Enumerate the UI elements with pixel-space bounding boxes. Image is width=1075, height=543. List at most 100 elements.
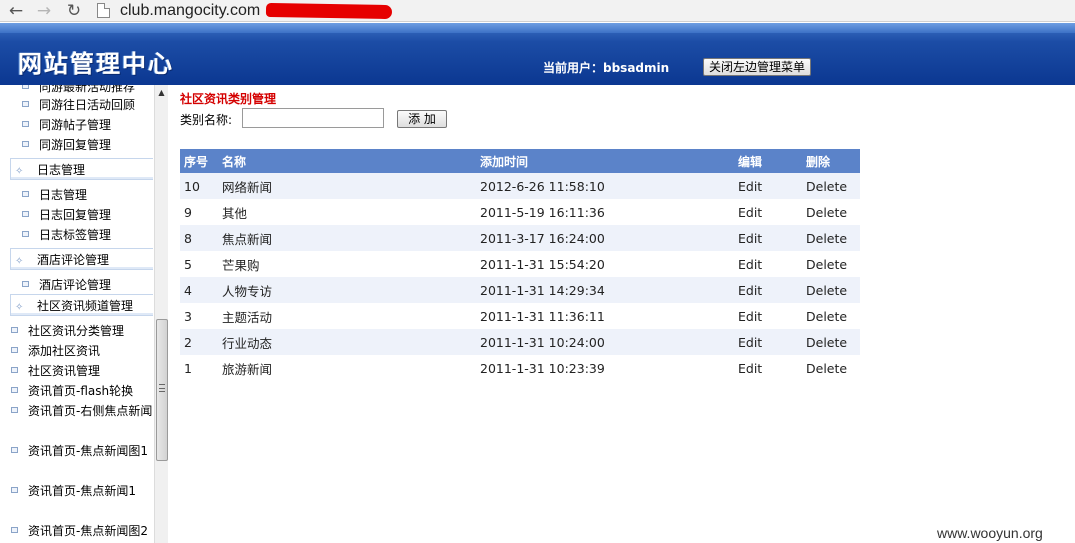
sidebar-item[interactable]: 资讯首页-焦点新闻图2 (11, 521, 148, 541)
sidebar-item[interactable]: 同游回复管理 (22, 135, 111, 155)
delete-link[interactable]: Delete (802, 251, 860, 277)
row-time: 2011-1-31 14:29:34 (476, 277, 734, 303)
sidebar-group-hotel[interactable]: ✧ 酒店评论管理 (10, 248, 153, 270)
bullet-icon (11, 407, 18, 413)
row-time: 2011-1-31 15:54:20 (476, 251, 734, 277)
bullet-icon (11, 347, 18, 353)
sidebar-item[interactable]: 添加社区资讯 (11, 341, 100, 361)
sidebar-item[interactable]: 资讯首页-flash轮换 (11, 381, 133, 401)
bullet-icon (22, 211, 29, 217)
row-id: 10 (180, 173, 218, 199)
table-header-row: 序号 名称 添加时间 编辑 删除 (180, 149, 860, 173)
site-title: 网站管理中心 (18, 49, 174, 78)
bullet-icon (22, 281, 29, 287)
delete-link[interactable]: Delete (802, 355, 860, 381)
scroll-up-arrow-icon[interactable]: ▲ (155, 87, 168, 99)
sidebar-item[interactable]: 资讯首页-右侧焦点新闻 (11, 401, 152, 421)
bullet-icon (22, 85, 29, 89)
column-header-edit: 编辑 (734, 149, 802, 173)
bullet-icon (22, 121, 29, 127)
sidebar-item[interactable]: 资讯首页-焦点新闻1 (11, 481, 136, 501)
expand-icon: ✧ (15, 302, 24, 313)
edit-link[interactable]: Edit (734, 355, 802, 381)
row-name: 焦点新闻 (218, 225, 476, 251)
sidebar-item[interactable]: 资讯首页-焦点新闻图1 (11, 441, 148, 461)
bullet-icon (11, 487, 18, 493)
sidebar-item[interactable]: 社区资讯分类管理 (11, 321, 124, 341)
sidebar-group-news[interactable]: ✧ 社区资讯频道管理 (10, 294, 153, 316)
bullet-icon (22, 191, 29, 197)
delete-link[interactable]: Delete (802, 225, 860, 251)
sidebar-item[interactable]: 日志标签管理 (22, 225, 111, 245)
sidebar-menu: 同游最新活动推荐 同游往日活动回顾 同游帖子管理 同游回复管理 ✧ 日志管理 日志… (0, 85, 168, 543)
back-arrow-icon[interactable]: ← (6, 1, 26, 21)
edit-link[interactable]: Edit (734, 277, 802, 303)
delete-link[interactable]: Delete (802, 329, 860, 355)
edit-link[interactable]: Edit (734, 173, 802, 199)
category-table: 序号 名称 添加时间 编辑 删除 10 网络新闻 2012-6-26 11:58… (180, 149, 860, 381)
bullet-icon (11, 527, 18, 533)
row-name: 行业动态 (218, 329, 476, 355)
sidebar-item[interactable]: 酒店评论管理 (22, 275, 111, 295)
edit-link[interactable]: Edit (734, 303, 802, 329)
edit-link[interactable]: Edit (734, 251, 802, 277)
reload-icon[interactable]: ↻ (64, 1, 84, 21)
row-id: 3 (180, 303, 218, 329)
row-time: 2011-5-19 16:11:36 (476, 199, 734, 225)
sidebar-group-log[interactable]: ✧ 日志管理 (10, 158, 153, 180)
column-header-delete: 删除 (802, 149, 860, 173)
sidebar-item[interactable]: 社区资讯管理 (11, 361, 100, 381)
sidebar-item[interactable]: 同游帖子管理 (22, 115, 111, 135)
page-icon (97, 3, 110, 18)
scroll-thumb[interactable] (156, 319, 168, 461)
sidebar-item[interactable]: 日志管理 (22, 185, 87, 205)
grip-icon (159, 384, 165, 392)
row-name: 人物专访 (218, 277, 476, 303)
row-name: 网络新闻 (218, 173, 476, 199)
row-id: 4 (180, 277, 218, 303)
delete-link[interactable]: Delete (802, 303, 860, 329)
category-name-input[interactable] (242, 108, 384, 128)
edit-link[interactable]: Edit (734, 329, 802, 355)
row-id: 5 (180, 251, 218, 277)
sidebar-item[interactable]: 同游往日活动回顾 (22, 95, 135, 115)
table-row: 9 其他 2011-5-19 16:11:36 Edit Delete (180, 199, 860, 225)
expand-icon: ✧ (15, 256, 24, 267)
bullet-icon (22, 101, 29, 107)
redaction-mark (265, 2, 393, 20)
watermark: www.wooyun.org (937, 525, 1043, 541)
bullet-icon (22, 231, 29, 237)
edit-link[interactable]: Edit (734, 225, 802, 251)
browser-toolbar: ← → ↻ club.mangocity.com (0, 0, 1075, 22)
row-id: 1 (180, 355, 218, 381)
column-header-id: 序号 (180, 149, 218, 173)
edit-link[interactable]: Edit (734, 199, 802, 225)
sidebar-item[interactable]: 日志回复管理 (22, 205, 111, 225)
table-row: 5 芒果购 2011-1-31 15:54:20 Edit Delete (180, 251, 860, 277)
table-row: 3 主题活动 2011-1-31 11:36:11 Edit Delete (180, 303, 860, 329)
table-row: 8 焦点新闻 2011-3-17 16:24:00 Edit Delete (180, 225, 860, 251)
row-name: 旅游新闻 (218, 355, 476, 381)
delete-link[interactable]: Delete (802, 277, 860, 303)
row-time: 2011-1-31 11:36:11 (476, 303, 734, 329)
page-title: 社区资讯类别管理 (180, 92, 277, 106)
category-name-label: 类别名称: (180, 113, 233, 127)
delete-link[interactable]: Delete (802, 173, 860, 199)
row-time: 2011-1-31 10:24:00 (476, 329, 734, 355)
bullet-icon (11, 327, 18, 333)
row-name: 芒果购 (218, 251, 476, 277)
row-time: 2011-1-31 10:23:39 (476, 355, 734, 381)
table-row: 2 行业动态 2011-1-31 10:24:00 Edit Delete (180, 329, 860, 355)
bullet-icon (11, 367, 18, 373)
expand-icon: ✧ (15, 166, 24, 177)
row-id: 9 (180, 199, 218, 225)
delete-link[interactable]: Delete (802, 199, 860, 225)
close-left-menu-button[interactable]: 关闭左边管理菜单 (703, 58, 811, 76)
table-row: 4 人物专访 2011-1-31 14:29:34 Edit Delete (180, 277, 860, 303)
add-button[interactable]: 添 加 (397, 110, 447, 128)
sidebar-scrollbar[interactable]: ▲ (154, 85, 168, 543)
current-user-label: 当前用户：bbsadmin (543, 61, 670, 75)
forward-arrow-icon[interactable]: → (34, 1, 54, 21)
address-bar-url[interactable]: club.mangocity.com (120, 0, 260, 22)
main-panel: 社区资讯类别管理 类别名称: 添 加 序号 名称 添加时间 编辑 删除 10 网… (168, 85, 1075, 543)
